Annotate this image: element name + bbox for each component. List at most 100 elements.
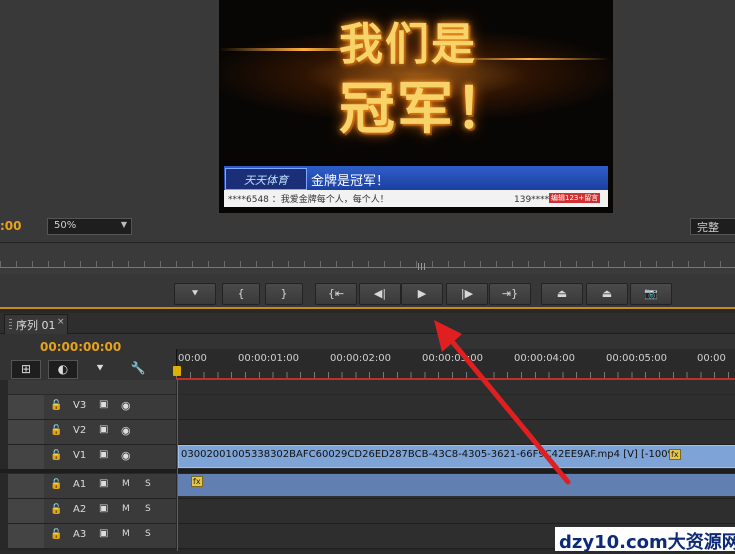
- eye-icon[interactable]: ◉: [121, 424, 131, 437]
- sync-lock-icon[interactable]: ▣: [99, 528, 108, 539]
- marker-icon: ⯆: [190, 287, 200, 300]
- track-header-a3[interactable]: 🔓 A3 ▣ M S: [8, 524, 176, 549]
- sync-lock-icon[interactable]: ▣: [99, 503, 108, 514]
- track-area-a2[interactable]: [177, 499, 735, 524]
- sync-lock-icon[interactable]: ▣: [99, 449, 108, 460]
- sync-lock-icon[interactable]: ▣: [99, 478, 108, 489]
- insert-nest-icon[interactable]: ⊞: [11, 360, 41, 379]
- monitor-time-ruler[interactable]: [0, 242, 735, 275]
- step-back-icon: ◀|: [373, 287, 387, 300]
- monitor-timecode[interactable]: :00: [0, 219, 22, 233]
- tab-sequence-01[interactable]: 序列 01 ×: [4, 314, 68, 334]
- annotation-arrow: [434, 320, 571, 485]
- lock-icon[interactable]: 🔓: [50, 479, 62, 490]
- lock-icon[interactable]: 🔓: [50, 450, 62, 461]
- track-header-a2[interactable]: 🔓 A2 ▣ M S: [8, 499, 176, 524]
- camera-icon: 📷: [644, 287, 658, 300]
- mark-in-button[interactable]: {: [222, 283, 260, 305]
- lift-button[interactable]: ⏏: [541, 283, 583, 305]
- step-forward-icon: |▶: [460, 287, 474, 300]
- eye-icon[interactable]: ◉: [121, 449, 131, 462]
- wrench-icon[interactable]: 🔧: [128, 360, 148, 377]
- lock-icon[interactable]: 🔓: [50, 425, 62, 436]
- timeline-tab-bar: [0, 313, 735, 334]
- mute-button[interactable]: M: [122, 479, 130, 489]
- ruler-label: 00:00: [697, 353, 726, 364]
- extract-icon: ⏏: [601, 287, 613, 300]
- watermark-text: dzy10.com大资源网: [559, 532, 735, 553]
- export-frame-button[interactable]: 📷: [630, 283, 672, 305]
- play-icon: ▶: [417, 287, 427, 300]
- solo-button[interactable]: S: [145, 529, 151, 539]
- track-name: V1: [73, 450, 87, 461]
- tab-label: 序列 01: [16, 319, 56, 332]
- track-header-v3[interactable]: 🔓 V3 ▣ ◉: [8, 395, 176, 420]
- video-audio-divider[interactable]: [0, 469, 735, 473]
- playhead-handle[interactable]: [173, 366, 181, 376]
- zoom-select[interactable]: 50% ▼: [47, 218, 132, 235]
- step-back-button[interactable]: ◀|: [359, 283, 401, 305]
- ruler-line: [0, 267, 735, 268]
- solo-button[interactable]: S: [145, 504, 151, 514]
- mute-button[interactable]: M: [122, 504, 130, 514]
- ruler-label: 00:00:02:00: [330, 353, 392, 364]
- zoom-value: 50%: [54, 220, 77, 231]
- mark-out-button[interactable]: }: [265, 283, 303, 305]
- video-title-line1: 我们是: [339, 19, 477, 70]
- step-forward-button[interactable]: |▶: [446, 283, 488, 305]
- solo-button[interactable]: S: [145, 479, 151, 489]
- track-name: A1: [73, 479, 87, 490]
- track-target-slot[interactable]: [8, 474, 44, 498]
- go-to-in-icon: {⇤: [327, 287, 345, 300]
- marker-button[interactable]: ⯆: [174, 283, 216, 305]
- lift-icon: ⏏: [556, 287, 568, 300]
- track-name: V2: [73, 425, 87, 436]
- extract-button[interactable]: ⏏: [586, 283, 628, 305]
- video-title-line2: 冠军！: [339, 77, 513, 142]
- track-header-v1[interactable]: 🔓 V1 ▣ ◉: [8, 445, 176, 470]
- timeline-timecode[interactable]: 00:00:00:00: [40, 340, 121, 354]
- go-to-out-button[interactable]: ⇥}: [489, 283, 531, 305]
- sync-lock-icon[interactable]: ▣: [99, 399, 108, 410]
- lock-icon[interactable]: 🔓: [50, 504, 62, 515]
- ruler-label: 00:00: [178, 353, 207, 364]
- lock-icon[interactable]: 🔓: [50, 529, 62, 540]
- video-preview[interactable]: 我们是 冠军！ 天天体育 金牌是冠军！ ****6548 ：我爱金牌每个人，每个…: [219, 0, 613, 213]
- play-button[interactable]: ▶: [401, 283, 443, 305]
- fx-badge: fx: [669, 449, 681, 460]
- add-marker-icon[interactable]: ⯆: [92, 360, 108, 377]
- mark-in-icon: {: [237, 287, 245, 300]
- track-header-v2[interactable]: 🔓 V2 ▣ ◉: [8, 420, 176, 445]
- ticker-headline: 金牌是冠军！: [311, 174, 390, 189]
- track-header-a1[interactable]: 🔓 A1 ▣ M S: [8, 474, 176, 499]
- lock-icon[interactable]: 🔓: [50, 400, 62, 411]
- fx-badge: fx: [191, 476, 203, 487]
- zoom-scroll-handle[interactable]: [418, 263, 426, 270]
- eye-icon[interactable]: ◉: [121, 399, 131, 412]
- track-target-slot[interactable]: [8, 395, 44, 419]
- ruler-label: 00:00:01:00: [238, 353, 300, 364]
- mute-button[interactable]: M: [122, 529, 130, 539]
- ruler-label: 00:00:05:00: [606, 353, 668, 364]
- ticker-logo: 天天体育: [225, 168, 307, 190]
- go-to-in-button[interactable]: {⇤: [315, 283, 357, 305]
- track-name: A3: [73, 529, 87, 540]
- grip-icon[interactable]: [9, 319, 12, 330]
- resolution-value: 完整: [697, 221, 719, 234]
- snap-magnet-icon[interactable]: ◐: [48, 360, 78, 379]
- chevron-down-icon: ▼: [120, 220, 127, 229]
- track-target-slot[interactable]: [8, 420, 44, 444]
- ticker-subline-left: ****6548 ：我爱金牌每个人，每个人！: [228, 195, 389, 205]
- track-header-spacer: [8, 380, 176, 394]
- close-icon[interactable]: ×: [57, 317, 65, 327]
- track-target-slot[interactable]: [8, 524, 44, 548]
- track-name: V3: [73, 400, 87, 411]
- go-to-out-icon: ⇥}: [501, 287, 519, 300]
- track-target-slot[interactable]: [8, 445, 44, 469]
- playback-resolution-select[interactable]: 完整: [690, 218, 735, 235]
- playhead-line[interactable]: [177, 378, 178, 551]
- sync-lock-icon[interactable]: ▣: [99, 424, 108, 435]
- ticker-badge: 编辑123+留言: [549, 193, 601, 203]
- mark-out-icon: }: [280, 287, 288, 300]
- track-target-slot[interactable]: [8, 499, 44, 523]
